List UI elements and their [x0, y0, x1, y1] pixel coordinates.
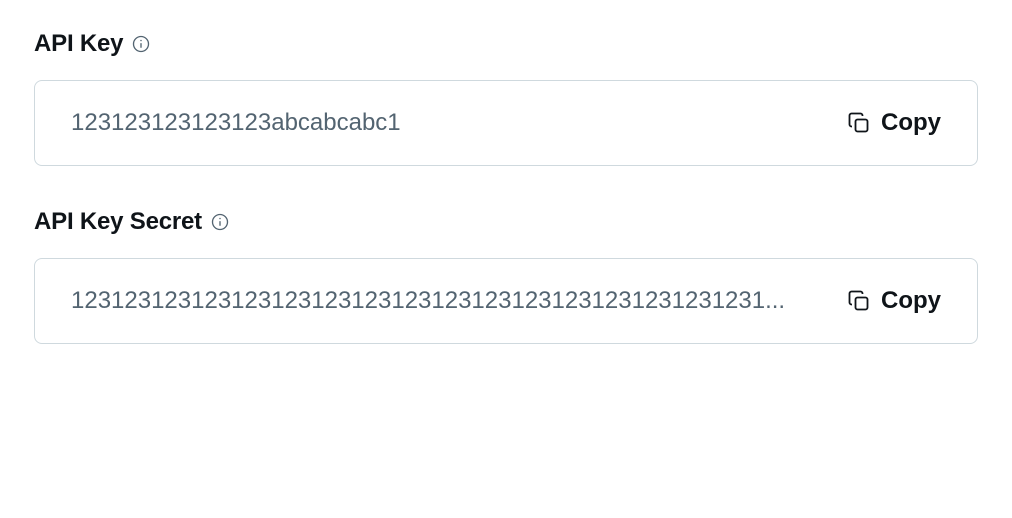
api-key-secret-value: 1231231231231231231231231231231231231231…: [71, 287, 823, 315]
api-key-secret-box: 1231231231231231231231231231231231231231…: [34, 258, 978, 344]
info-icon[interactable]: [131, 34, 151, 54]
api-key-label: API Key: [34, 30, 123, 58]
api-key-section: API Key 123123123123123abcabcabc1 Copy: [34, 30, 978, 166]
api-key-label-row: API Key: [34, 30, 978, 58]
api-key-secret-section: API Key Secret 1231231231231231231231231…: [34, 208, 978, 344]
api-key-value: 123123123123123abcabcabc1: [71, 109, 823, 137]
copy-label: Copy: [881, 109, 941, 137]
copy-label: Copy: [881, 287, 941, 315]
copy-api-key-button[interactable]: Copy: [847, 109, 941, 137]
api-key-secret-label-row: API Key Secret: [34, 208, 978, 236]
api-key-secret-label: API Key Secret: [34, 208, 202, 236]
api-key-box: 123123123123123abcabcabc1 Copy: [34, 80, 978, 166]
copy-icon: [847, 289, 871, 313]
copy-icon: [847, 111, 871, 135]
copy-api-key-secret-button[interactable]: Copy: [847, 287, 941, 315]
info-icon[interactable]: [210, 212, 230, 232]
